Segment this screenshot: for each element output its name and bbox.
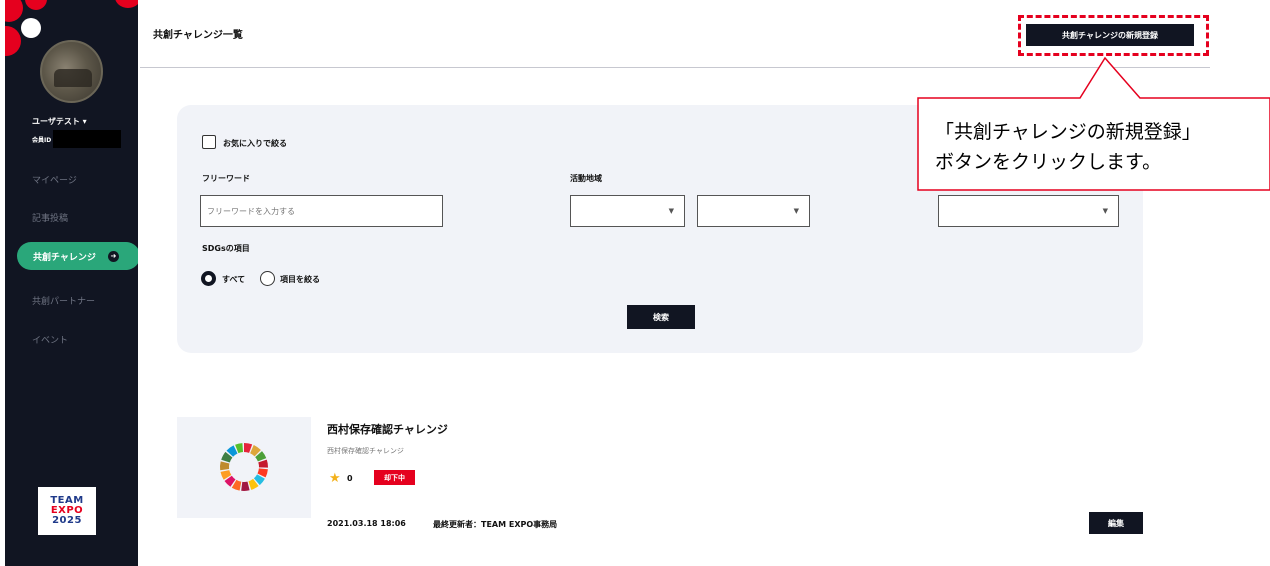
challenge-subtitle: 西村保存確認チャレンジ xyxy=(327,447,404,455)
chevron-down-icon: ▼ xyxy=(1102,207,1108,215)
freeword-input[interactable] xyxy=(200,195,443,227)
updated-date: 2021.03.18 18:06 xyxy=(327,519,406,528)
sdgs-label: SDGsの項目 xyxy=(202,244,250,253)
page-title: 共創チャレンジ一覧 xyxy=(153,30,243,41)
header-divider xyxy=(140,67,1210,68)
decor-blob xyxy=(5,0,23,22)
user-name-menu[interactable]: ユーザテスト ▾ xyxy=(32,116,87,127)
member-id-label: 会員ID xyxy=(32,136,52,144)
decor-blob xyxy=(21,18,41,38)
chevron-down-icon: ▼ xyxy=(668,207,674,215)
region-select-3[interactable]: ▼ xyxy=(938,195,1119,227)
search-button[interactable]: 検索 xyxy=(627,305,695,329)
freeword-label: フリーワード xyxy=(202,174,250,183)
decor-blob xyxy=(5,26,21,56)
radio-filter[interactable] xyxy=(260,271,275,286)
callout-line: 「共創チャレンジの新規登録」 xyxy=(935,121,1201,143)
avatar[interactable] xyxy=(40,40,103,103)
radio-filter-label: 項目を絞る xyxy=(280,275,320,284)
edit-button[interactable]: 編集 xyxy=(1089,512,1143,534)
sidebar: ユーザテスト ▾ 会員ID マイページ 記事投稿 共創チャレンジ ➜ 共創パート… xyxy=(5,0,138,566)
new-challenge-button[interactable]: 共創チャレンジの新規登録 xyxy=(1026,24,1194,46)
updated-by: 最終更新者：TEAM EXPO事務局 xyxy=(433,520,558,529)
radio-all-label: すべて xyxy=(222,275,246,284)
favorites-checkbox[interactable] xyxy=(202,135,216,149)
callout-line: ボタンをクリックします。 xyxy=(935,151,1162,173)
region-select-2[interactable]: ▼ xyxy=(697,195,810,227)
member-id: 会員ID xyxy=(32,130,122,148)
sdgs-wheel-icon xyxy=(219,442,269,491)
sidebar-item-challenge[interactable]: 共創チャレンジ ➜ xyxy=(17,242,138,270)
team-expo-logo: TEAM EXPO 2025 xyxy=(38,487,96,535)
region-select-1[interactable]: ▼ xyxy=(570,195,685,227)
sidebar-item-partner[interactable]: 共創パートナー xyxy=(32,294,95,307)
callout-text: 「共創チャレンジの新規登録」 ボタンをクリックします。 xyxy=(935,117,1270,177)
radio-all[interactable] xyxy=(201,271,216,286)
sidebar-item-mypage[interactable]: マイページ xyxy=(32,173,77,186)
member-id-redacted xyxy=(53,130,122,148)
challenge-title-link[interactable]: 西村保存確認チャレンジ xyxy=(327,421,448,437)
chevron-down-icon: ▼ xyxy=(793,207,799,215)
sidebar-item-event[interactable]: イベント xyxy=(32,333,68,346)
arrow-right-icon: ➜ xyxy=(107,250,119,262)
challenge-thumbnail[interactable] xyxy=(177,417,311,518)
sidebar-item-label: 共創チャレンジ xyxy=(33,252,96,263)
decor-blob xyxy=(25,0,47,10)
favorites-label: お気に入りで絞る xyxy=(223,139,287,148)
decor-blob xyxy=(115,0,138,8)
sidebar-item-post[interactable]: 記事投稿 xyxy=(32,211,68,224)
region-label: 活動地域 xyxy=(570,174,602,183)
favorite-count: 0 xyxy=(347,474,353,483)
status-badge: 却下中 xyxy=(374,470,415,485)
logo-text: 2025 xyxy=(52,515,82,526)
star-icon[interactable]: ★ xyxy=(329,472,341,485)
